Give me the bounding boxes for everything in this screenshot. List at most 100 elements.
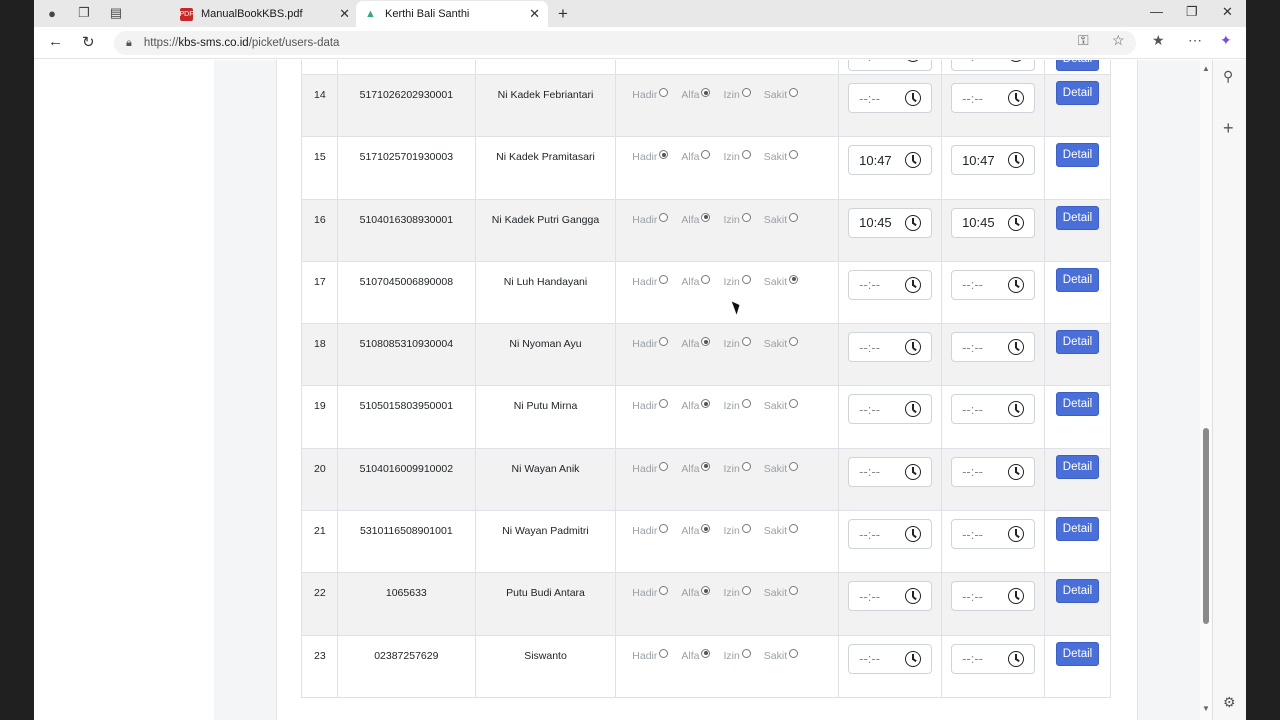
radio-sakit[interactable]: [789, 150, 799, 160]
radio-alfa[interactable]: [701, 524, 711, 534]
tab-kerthi-bali-santhi[interactable]: ▲ Kerthi Bali Santhi ✕: [356, 1, 548, 27]
status-option-izin[interactable]: Izin: [723, 586, 751, 599]
detail-button[interactable]: Detail: [1056, 205, 1099, 230]
radio-alfa[interactable]: [701, 150, 711, 160]
clock-icon[interactable]: [905, 276, 922, 293]
copilot-icon[interactable]: ✦: [1220, 32, 1232, 49]
key-icon[interactable]: ⚿: [1078, 32, 1089, 49]
clock-icon[interactable]: [905, 588, 922, 605]
status-option-hadir[interactable]: Hadir: [632, 88, 669, 101]
detail-button[interactable]: Detail: [1056, 454, 1099, 479]
time-in-input[interactable]: 10:45: [848, 207, 933, 238]
more-menu-icon[interactable]: ⋯: [1188, 32, 1202, 49]
scroll-up-icon[interactable]: ▲: [1202, 64, 1210, 73]
radio-hadir[interactable]: [659, 88, 669, 97]
radio-sakit[interactable]: [789, 399, 799, 409]
status-option-izin[interactable]: Izin: [723, 274, 751, 288]
time-out-input[interactable]: --:--: [951, 643, 1036, 674]
status-option-izin[interactable]: Izin: [723, 399, 751, 412]
radio-izin[interactable]: [741, 150, 751, 160]
radio-izin[interactable]: [741, 274, 751, 284]
favorites-icon[interactable]: ★: [1152, 32, 1165, 49]
radio-alfa[interactable]: [701, 586, 711, 596]
detail-button[interactable]: Detail: [1056, 517, 1099, 542]
time-in-input[interactable]: --:--: [848, 456, 933, 487]
radio-alfa[interactable]: [701, 212, 711, 222]
favorite-star-icon[interactable]: ☆: [1112, 32, 1125, 49]
radio-izin[interactable]: [741, 461, 751, 471]
time-in-input[interactable]: --:--: [848, 394, 933, 425]
radio-izin[interactable]: [741, 337, 751, 347]
clock-icon[interactable]: [1008, 526, 1025, 543]
status-option-sakit[interactable]: Sakit: [764, 88, 799, 101]
settings-gear-icon[interactable]: ⚙: [1223, 694, 1236, 711]
status-option-sakit[interactable]: Sakit: [764, 461, 799, 475]
clock-icon[interactable]: [905, 339, 922, 356]
status-option-izin[interactable]: Izin: [723, 524, 751, 537]
tab-pdf[interactable]: PDF ManualBookKBS.pdf ✕: [172, 1, 358, 27]
radio-hadir[interactable]: [659, 150, 669, 160]
detail-button[interactable]: Detail: [1056, 392, 1099, 417]
radio-izin[interactable]: [741, 648, 751, 658]
radio-sakit[interactable]: [789, 88, 799, 97]
status-option-alfa[interactable]: Alfa: [681, 274, 711, 288]
radio-hadir[interactable]: [659, 586, 669, 596]
clock-icon[interactable]: [905, 463, 922, 480]
radio-alfa[interactable]: [701, 337, 711, 347]
status-option-hadir[interactable]: Hadir: [632, 586, 669, 599]
clock-icon[interactable]: [1008, 339, 1025, 356]
clock-icon[interactable]: [905, 90, 922, 106]
time-in-input[interactable]: --:--: [848, 83, 933, 113]
detail-button[interactable]: Detail: [1056, 81, 1099, 105]
status-option-alfa[interactable]: Alfa: [681, 337, 711, 350]
clock-icon[interactable]: [1008, 463, 1025, 480]
status-option-izin[interactable]: Izin: [723, 648, 751, 662]
clock-icon[interactable]: [1008, 588, 1025, 605]
lock-icon[interactable]: 🔒︎: [126, 37, 132, 50]
status-option-sakit[interactable]: Sakit: [764, 150, 799, 163]
status-option-hadir[interactable]: Hadir: [632, 150, 669, 163]
detail-button[interactable]: Detail: [1056, 60, 1099, 71]
clock-icon[interactable]: [1008, 276, 1025, 293]
close-tab-icon[interactable]: ✕: [339, 6, 350, 22]
refresh-icon[interactable]: ↻: [82, 33, 95, 51]
status-option-izin[interactable]: Izin: [723, 212, 751, 226]
status-option-alfa[interactable]: Alfa: [681, 88, 711, 101]
status-option-sakit[interactable]: Sakit: [764, 212, 799, 226]
workspaces-icon[interactable]: ❐: [76, 5, 92, 21]
clock-icon[interactable]: [1008, 60, 1025, 62]
status-option-hadir[interactable]: Hadir: [632, 461, 669, 475]
time-out-input[interactable]: 10:47: [951, 145, 1036, 176]
radio-hadir[interactable]: [659, 461, 669, 471]
radio-izin[interactable]: [741, 399, 751, 409]
radio-hadir[interactable]: [659, 274, 669, 284]
status-option-sakit[interactable]: Sakit: [764, 524, 799, 537]
status-option-sakit[interactable]: Sakit: [764, 337, 799, 350]
scrollbar[interactable]: ▲ ▼: [1200, 60, 1212, 720]
time-out-input[interactable]: 10:45: [951, 207, 1036, 238]
radio-sakit[interactable]: [789, 648, 799, 658]
search-icon[interactable]: ⚲: [1223, 68, 1233, 85]
time-out-input[interactable]: --:--: [951, 269, 1036, 300]
radio-sakit[interactable]: [789, 337, 799, 347]
radio-hadir[interactable]: [659, 524, 669, 534]
radio-alfa[interactable]: [701, 274, 711, 284]
status-option-sakit[interactable]: Sakit: [764, 648, 799, 662]
status-option-alfa[interactable]: Alfa: [681, 461, 711, 475]
status-option-hadir[interactable]: Hadir: [632, 648, 669, 662]
clock-icon[interactable]: [1008, 650, 1025, 667]
clock-icon[interactable]: [905, 60, 922, 62]
radio-izin[interactable]: [741, 586, 751, 596]
radio-sakit[interactable]: [789, 461, 799, 471]
time-out-input[interactable]: --:--: [951, 581, 1036, 612]
radio-alfa[interactable]: [701, 461, 711, 471]
radio-hadir[interactable]: [659, 648, 669, 658]
status-option-hadir[interactable]: Hadir: [632, 212, 669, 226]
time-out-input[interactable]: --:--: [951, 456, 1036, 487]
radio-hadir[interactable]: [659, 212, 669, 222]
radio-hadir[interactable]: [659, 399, 669, 409]
scroll-down-icon[interactable]: ▼: [1202, 704, 1210, 713]
profile-icon[interactable]: ●: [44, 5, 60, 21]
radio-sakit[interactable]: [789, 524, 799, 534]
clock-icon[interactable]: [905, 526, 922, 543]
